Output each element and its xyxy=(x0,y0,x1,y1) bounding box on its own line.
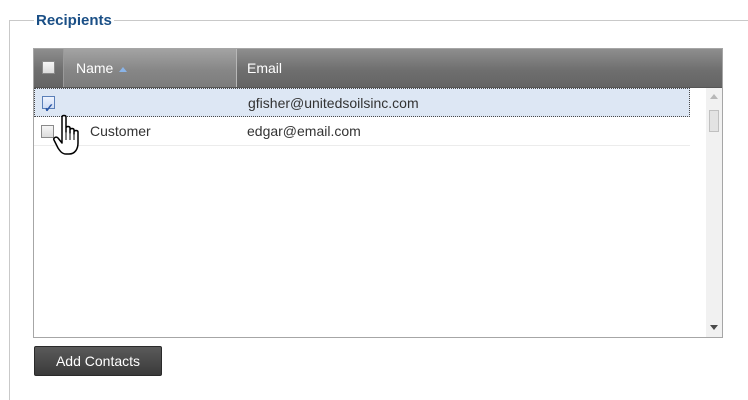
recipient-email: gfisher@unitedsoilsinc.com xyxy=(248,95,419,111)
recipients-grid: Name Email ✓ gfisher@unitedsoilsinc.com … xyxy=(33,48,723,338)
email-column-header[interactable]: Email xyxy=(237,49,537,87)
recipient-name: Customer xyxy=(90,123,151,139)
sort-ascending-icon xyxy=(119,66,128,72)
vertical-scrollbar[interactable] xyxy=(706,88,722,337)
name-column-label: Name xyxy=(76,60,114,76)
email-column-label: Email xyxy=(247,60,283,76)
row-checkbox[interactable]: ✓ xyxy=(42,96,55,115)
name-column-header[interactable]: Name xyxy=(64,49,237,87)
add-contacts-button[interactable]: Add Contacts xyxy=(34,346,162,376)
hand-pointer-icon xyxy=(53,114,79,155)
table-row[interactable]: Customer edgar@email.com xyxy=(34,117,690,146)
select-all-checkbox[interactable] xyxy=(42,61,55,74)
grid-header: Name Email xyxy=(34,49,722,88)
scroll-up-arrow-icon[interactable] xyxy=(710,94,718,99)
table-row[interactable]: ✓ gfisher@unitedsoilsinc.com xyxy=(34,88,690,117)
scroll-down-arrow-icon[interactable] xyxy=(710,325,718,330)
scroll-thumb[interactable] xyxy=(709,110,719,132)
select-all-header xyxy=(34,49,64,87)
recipients-legend: Recipients xyxy=(34,12,114,30)
recipient-email: edgar@email.com xyxy=(247,123,361,139)
